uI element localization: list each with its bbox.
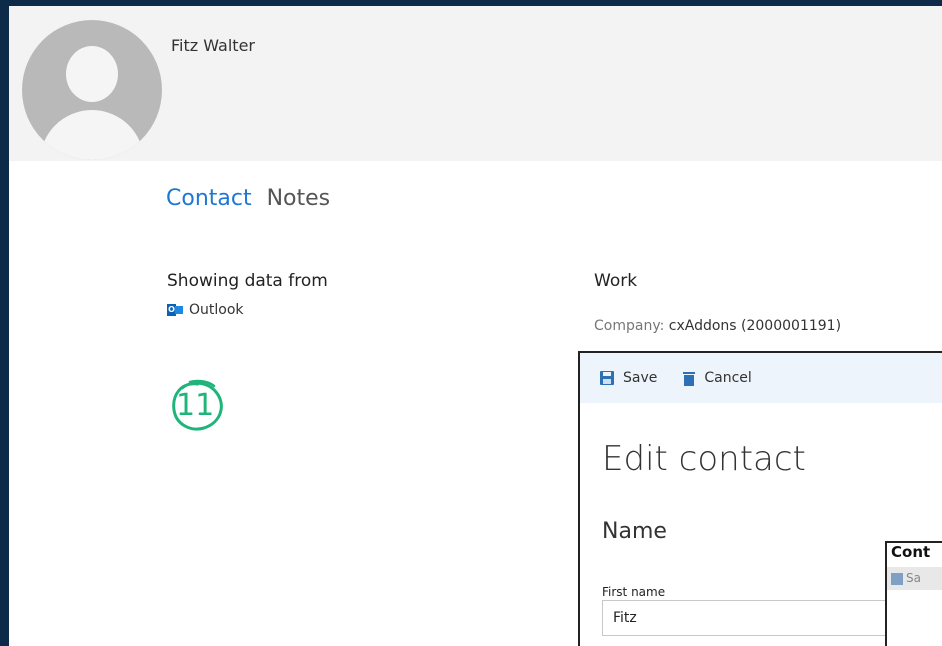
save-button-label: Save [623,370,658,386]
window-frame-left [0,0,9,646]
dialog-save-icon[interactable] [891,572,903,585]
window-frame-top [0,0,942,6]
avatar [22,20,162,160]
contact-dialog-title: Cont [891,543,931,561]
avatar-body-shape [40,110,144,160]
edit-contact-heading: Edit contact [602,439,806,479]
save-icon [600,371,614,385]
contact-name: Fitz Walter [171,36,255,55]
first-name-input[interactable]: Fitz [602,600,902,636]
profile-header: Fitz Walter [9,6,942,161]
work-section-title: Work [594,271,638,291]
outlook-icon: O [167,303,183,317]
trash-icon [683,371,696,386]
avatar-head-shape [66,46,118,102]
data-source-app: Outlook [189,302,244,318]
company-label: Company: [594,318,665,334]
data-source-row: O Outlook [167,302,244,318]
annotation-badge: 11 [168,378,230,434]
cancel-button-label: Cancel [704,370,752,386]
save-button[interactable]: Save [600,370,657,386]
annotation-number: 11 [176,388,215,423]
tab-contact[interactable]: Contact [166,186,252,211]
tab-bar: Contact Notes [166,186,338,211]
edit-toolbar: Save Cancel [580,353,942,403]
company-value[interactable]: cxAddons (2000001191) [669,318,841,334]
dialog-save-label[interactable]: Sa [906,567,921,590]
contact-dialog-toolbar: Sa [887,567,942,590]
tab-notes[interactable]: Notes [267,186,331,211]
first-name-label: First name [602,585,666,599]
contact-dialog-overlay: Cont Sa [885,541,942,646]
data-source-title: Showing data from [167,271,328,291]
company-row: Company: cxAddons (2000001191) [594,318,841,334]
cancel-button[interactable]: Cancel [683,370,752,386]
name-section-heading: Name [602,519,667,544]
